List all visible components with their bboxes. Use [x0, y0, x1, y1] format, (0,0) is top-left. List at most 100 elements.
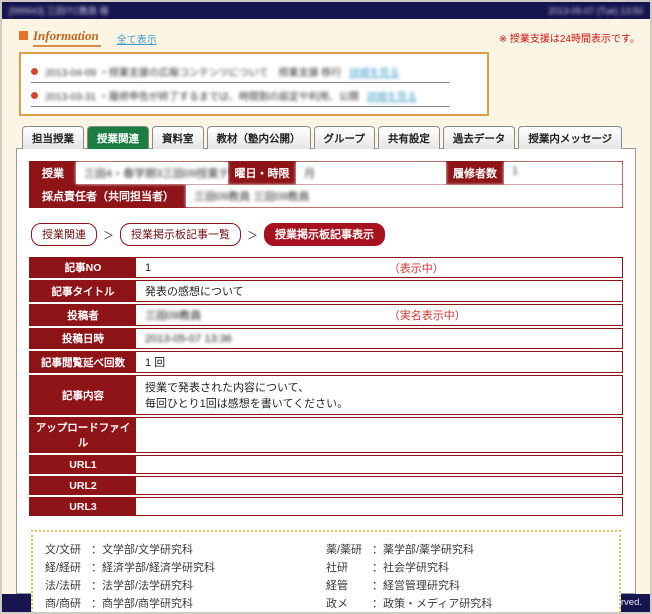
- page-body: Information 全て表示 ※ 授業支援は24時間表示です。 2013-0…: [2, 19, 650, 612]
- table-row-view-count: 記事閲覧延べ回数 1 回: [29, 351, 623, 373]
- poster-text: 三田09教員: [145, 307, 201, 323]
- breadcrumb-separator: ＞: [247, 227, 258, 243]
- url2-label: URL2: [30, 477, 136, 494]
- table-row-article-title: 記事タイトル 発表の感想について: [29, 280, 623, 302]
- display-status-note: （表示中）: [389, 260, 444, 276]
- upload-file-label: アップロードファイル: [30, 418, 136, 452]
- legend-definition: 法学部/法学研究科: [102, 577, 326, 593]
- table-row-post-date: 投稿日時 2013-05-07 13:36: [29, 328, 623, 349]
- app-window: [999943] 三田ITC教員 様 2013-05-07 (Tue) 13:5…: [0, 0, 652, 614]
- legend-right-column: 薬/薬研 ： 薬学部/薬学研究科 社研 ： 社会学研究科 経管: [326, 540, 607, 612]
- article-body-value: 授業で発表された内容について、 毎回ひとり1回は感想を書いてください。: [136, 376, 622, 414]
- table-row-upload-file: アップロードファイル: [29, 417, 623, 453]
- legend-item: 社研 ： 社会学研究科: [326, 558, 607, 576]
- legend-colon: ：: [372, 559, 383, 575]
- information-box: 2013-04-09 ・授業支援の広報コンテンツについて 授業支援 移行 詳細を…: [19, 52, 489, 116]
- article-table: 記事NO 1 （表示中） 記事タイトル 発表の感想について 投稿者 三田09教員: [29, 257, 623, 516]
- tab[interactable]: 担当授業: [22, 126, 84, 149]
- information-title: Information: [33, 28, 101, 47]
- grader-value: 三田09教員 三田09教員: [186, 185, 622, 207]
- breadcrumb-step: 授業掲示板記事一覧 ＞: [120, 223, 264, 246]
- course-info-row-2: 採点責任者（共同担当者） 三田09教員 三田09教員: [29, 185, 623, 208]
- tab-label: 過去データ: [453, 133, 506, 145]
- tab[interactable]: 資料室: [152, 126, 204, 149]
- legend-item: 薬/薬研 ： 薬学部/薬学研究科: [326, 540, 607, 558]
- url3-value: [136, 498, 622, 515]
- breadcrumb-step: 授業掲示板記事表示: [264, 223, 397, 246]
- table-row-poster: 投稿者 三田09教員 （実名表示中）: [29, 304, 623, 326]
- information-item-text: 2013-04-09 ・授業支援の広報コンテンツについて 授業支援 移行: [45, 64, 341, 79]
- legend-term: 政メ: [326, 595, 372, 611]
- information-detail-link[interactable]: 詳細を見る: [367, 88, 417, 103]
- bullet-icon: [31, 92, 38, 99]
- logged-in-user: [999943] 三田ITC教員 様: [9, 4, 109, 17]
- article-no-value: 1 （表示中）: [136, 258, 622, 277]
- article-title-label: 記事タイトル: [30, 281, 136, 301]
- tab-label: 教材（塾内公開）: [217, 133, 301, 145]
- tab[interactable]: 教材（塾内公開）: [207, 126, 311, 149]
- legend-definition: 経営管理研究科: [383, 577, 607, 593]
- realname-status-note: （実名表示中）: [389, 307, 466, 323]
- tab-label: 授業内メッセージ: [528, 133, 612, 145]
- tab-bar: 担当授業 授業関連 資料室 教材（塾内公開） グループ: [22, 126, 650, 149]
- information-section: Information 全て表示 ※ 授業支援は24時間表示です。 2013-0…: [2, 19, 650, 116]
- tab-label: 授業関連: [97, 133, 139, 145]
- legend-colon: ：: [91, 559, 102, 575]
- show-all-link[interactable]: 全て表示: [117, 31, 157, 46]
- content-panel: 授業 三田4・春学期3三田09授業デモ76 曜日・時限 月 履修者数 1 採点責…: [16, 148, 636, 594]
- course-info-bar: 授業 三田4・春学期3三田09授業デモ76 曜日・時限 月 履修者数 1 採点責…: [29, 161, 623, 208]
- bullet-icon: [31, 68, 38, 75]
- legend-colon: ：: [372, 595, 383, 611]
- legend-term: 商/商研: [45, 595, 91, 611]
- legend-item: 文/文研 ： 文学部/文学研究科: [45, 540, 326, 558]
- post-date-value: 2013-05-07 13:36: [136, 329, 622, 348]
- breadcrumb-pill[interactable]: 授業掲示板記事表示: [264, 223, 385, 246]
- legend-colon: ：: [372, 541, 383, 557]
- poster-value: 三田09教員 （実名表示中）: [136, 305, 622, 325]
- table-row-article-body: 記事内容 授業で発表された内容について、 毎回ひとり1回は感想を書いてください。: [29, 375, 623, 415]
- url3-label: URL3: [30, 498, 136, 515]
- legend-colon: ：: [91, 595, 102, 611]
- tab[interactable]: 授業内メッセージ: [518, 126, 622, 149]
- legend-definition: 商学部/商学研究科: [102, 595, 326, 611]
- tab[interactable]: 共有設定: [378, 126, 440, 149]
- legend-term: 社研: [326, 559, 372, 575]
- article-no-label: 記事NO: [30, 258, 136, 277]
- breadcrumb: 授業関連 ＞ 授業掲示板記事一覧 ＞ 授業掲示板記事表示: [31, 223, 621, 246]
- information-item: 2013-03-31 ・履修申告が終了するまでは、時間割の設定や利用、公開 詳細…: [31, 83, 450, 107]
- day-period-value: 月: [296, 162, 446, 184]
- legend-term: 経管: [326, 577, 372, 593]
- url1-label: URL1: [30, 456, 136, 473]
- faculty-legend: 文/文研 ： 文学部/文学研究科 経/経研 ： 経済学部/経済学研究科 法/法研: [31, 530, 621, 612]
- url2-value: [136, 477, 622, 494]
- legend-colon: ：: [372, 577, 383, 593]
- legend-term: 薬/薬研: [326, 541, 372, 557]
- information-header: Information 全て表示 ※ 授業支援は24時間表示です。: [19, 28, 640, 47]
- information-square-icon: [19, 31, 28, 40]
- grader-label: 採点責任者（共同担当者）: [30, 185, 186, 207]
- class-value: 三田4・春学期3三田09授業デモ76: [76, 162, 228, 184]
- table-row-article-no: 記事NO 1 （表示中）: [29, 257, 623, 278]
- day-period-label: 曜日・時限: [228, 162, 296, 184]
- table-row-url3: URL3: [29, 497, 623, 516]
- support-hours-note: ※ 授業支援は24時間表示です。: [499, 28, 640, 45]
- legend-item: 商/商研 ： 商学部/商学研究科: [45, 594, 326, 612]
- legend-term: 法/法研: [45, 577, 91, 593]
- legend-item: 法/法研 ： 法学部/法学研究科: [45, 576, 326, 594]
- breadcrumb-separator: ＞: [103, 227, 114, 243]
- titlebar: [999943] 三田ITC教員 様 2013-05-07 (Tue) 13:5…: [2, 2, 650, 19]
- current-datetime: 2013-05-07 (Tue) 13:50: [548, 6, 643, 16]
- tab[interactable]: 授業関連: [87, 126, 149, 149]
- legend-colon: ：: [91, 577, 102, 593]
- information-item: 2013-04-09 ・授業支援の広報コンテンツについて 授業支援 移行 詳細を…: [31, 59, 450, 83]
- breadcrumb-pill[interactable]: 授業関連: [31, 223, 97, 246]
- breadcrumb-pill[interactable]: 授業掲示板記事一覧: [120, 223, 241, 246]
- legend-definition: 政策・メディア研究科: [383, 595, 607, 611]
- breadcrumb-step: 授業関連 ＞: [31, 223, 120, 246]
- view-count-label: 記事閲覧延べ回数: [30, 352, 136, 372]
- legend-item: 経管 ： 経営管理研究科: [326, 576, 607, 594]
- tab[interactable]: グループ: [314, 126, 375, 149]
- tab[interactable]: 過去データ: [443, 126, 516, 149]
- information-detail-link[interactable]: 詳細を見る: [349, 64, 399, 79]
- information-list: 2013-04-09 ・授業支援の広報コンテンツについて 授業支援 移行 詳細を…: [31, 59, 477, 107]
